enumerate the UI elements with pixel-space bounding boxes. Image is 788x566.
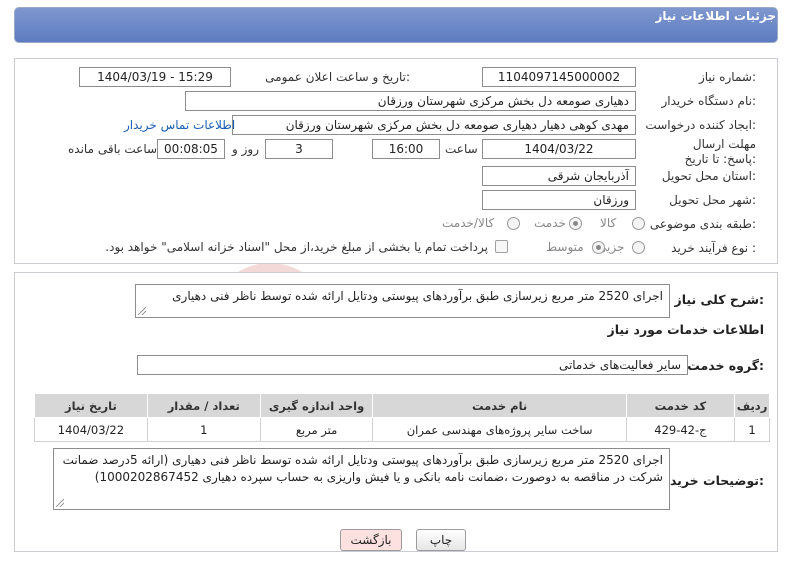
cell-qty: 1 [146, 417, 261, 442]
buyer-org-field: دهیاری صومعه دل بخش مرکزی شهرستان ورزقان [185, 91, 636, 111]
province-label: استان محل تحویل: [661, 169, 756, 183]
buyer-contact-link[interactable]: اطلاعات تماس خریدار [124, 118, 235, 132]
process-radio-medium-selected[interactable] [592, 241, 605, 254]
category-option-goods-service: کالا/خدمت [442, 216, 495, 230]
buyer-org-label: نام دستگاه خریدار: [661, 94, 757, 108]
deadline-days-field: 3 [265, 139, 333, 159]
cell-row: 1 [734, 417, 770, 442]
city-label: شهر محل تحویل: [669, 193, 756, 207]
deadline-time-label: ساعت [445, 142, 478, 156]
buyer-notes-text: اجرای 2520 متر مربع زیرسازی طبق برآوردها… [62, 453, 663, 484]
need-info-panel [14, 58, 778, 264]
category-label: طبقه بندی موضوعی: [649, 217, 756, 231]
service-group-label: گروه خدمت: [687, 358, 764, 373]
col-name-header: نام خدمت [372, 393, 627, 418]
requester-field: مهدی کوهی دهیار دهیاری صومعه دل بخش مرکز… [232, 115, 636, 135]
services-table: ردیف کد خدمت نام خدمت واحد اندازه گیری ت… [34, 393, 770, 442]
service-group-field: سایر فعالیت‌های خدماتی [137, 355, 688, 375]
remaining-time-field: 00:08:05 [157, 139, 225, 159]
treasury-payment-note: پرداخت تمام یا بخشی از مبلغ خرید،از محل … [105, 240, 488, 254]
category-radio-goods-service[interactable] [507, 217, 520, 230]
buyer-notes-label: توضیحات خریدار: [658, 473, 764, 488]
category-radio-goods[interactable] [632, 217, 645, 230]
col-qty-header: تعداد / مقدار [146, 393, 261, 418]
need-number-label: شماره نیاز: [698, 70, 756, 84]
print-button[interactable]: چاپ [416, 529, 466, 551]
back-button[interactable]: بازگشت [340, 529, 402, 551]
page-title: جزئیات اطلاعات نیاز [655, 9, 776, 23]
process-radio-minor[interactable] [632, 241, 645, 254]
cell-date: 1404/03/22 [34, 417, 148, 442]
summary-text: اجرای 2520 متر مربع زیرسازی طبق برآوردها… [172, 289, 663, 303]
deadline-label: مهلت ارسال پاسخ: تا تاریخ: [684, 137, 756, 166]
remaining-time-label: ساعت باقی مانده [68, 142, 158, 156]
announce-datetime-label: تاریخ و ساعت اعلان عمومی: [265, 70, 410, 84]
category-radio-service[interactable] [569, 217, 582, 230]
col-unit-header: واحد اندازه گیری [259, 393, 374, 418]
cell-code: ج-42-429 [625, 417, 736, 442]
category-option-service: خدمت [534, 216, 566, 230]
deadline-date-field: 1404/03/22 [482, 139, 636, 159]
cell-name: ساخت سایر پروژه‌های مهندسی عمران [372, 417, 627, 442]
summary-textarea[interactable]: اجرای 2520 متر مربع زیرسازی طبق برآوردها… [135, 284, 670, 318]
table-row: 1 ج-42-429 ساخت سایر پروژه‌های مهندسی عم… [34, 417, 770, 442]
buyer-notes-textarea[interactable]: اجرای 2520 متر مربع زیرسازی طبق برآوردها… [53, 448, 670, 510]
process-option-medium: متوسط [546, 240, 584, 254]
col-code-header: کد خدمت [625, 393, 736, 418]
col-row-header: ردیف [734, 393, 770, 418]
category-option-goods: کالا [600, 216, 617, 230]
announce-datetime-field: 1404/03/19 - 15:29 [79, 67, 231, 87]
need-number-field: 1104097145000002 [482, 67, 636, 87]
treasury-payment-checkbox[interactable] [495, 240, 508, 253]
province-field: آذربایجان شرقی [482, 166, 636, 186]
resize-handle-icon[interactable] [138, 307, 146, 315]
col-date-header: تاریخ نیاز [34, 393, 148, 418]
process-type-label: نوع فرآیند خرید : [671, 241, 756, 255]
city-field: ورزقان [482, 190, 636, 210]
requester-label: ایجاد کننده درخواست: [645, 118, 756, 132]
services-section-title: اطلاعات خدمات مورد نیاز [607, 322, 765, 337]
resize-handle-icon[interactable] [56, 499, 64, 507]
cell-unit: متر مربع [259, 417, 374, 442]
deadline-time-field: 16:00 [372, 139, 440, 159]
table-header-row: ردیف کد خدمت نام خدمت واحد اندازه گیری ت… [34, 393, 770, 418]
deadline-days-label: روز و [232, 142, 259, 156]
summary-label: شرح کلی نیاز: [674, 292, 765, 307]
